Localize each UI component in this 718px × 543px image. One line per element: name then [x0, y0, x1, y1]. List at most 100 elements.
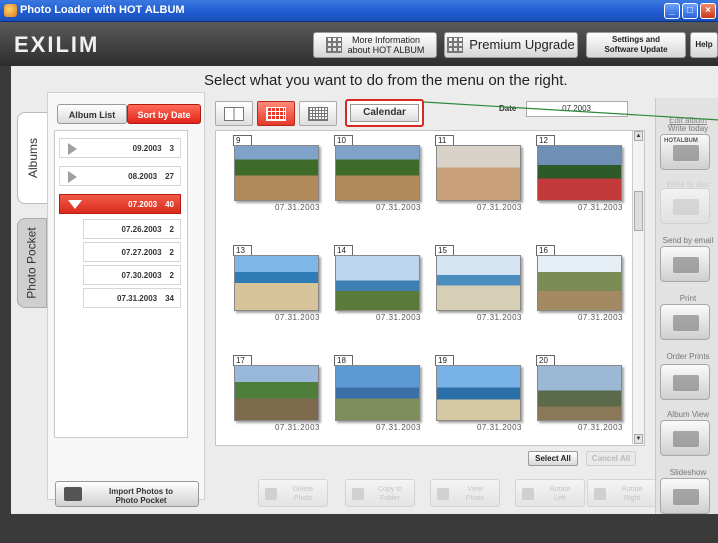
photo-date: 07.31.2003	[274, 203, 320, 212]
close-button[interactable]: ×	[700, 3, 716, 19]
tree-item-count: 2	[169, 247, 174, 257]
print-label: Print	[679, 294, 697, 303]
settings-button[interactable]: Settings and Software Update	[586, 32, 686, 58]
tree-item-label: 07.31.2003	[117, 293, 158, 303]
grid-icon	[447, 37, 464, 53]
book-icon	[673, 431, 699, 447]
collapse-arrow-icon	[68, 200, 82, 209]
album-list-button[interactable]: Album List	[57, 104, 127, 124]
view-photo-button[interactable]: View Photo	[430, 479, 500, 507]
grid-scrollbar[interactable]: ▲ ▼	[632, 131, 644, 444]
printer-icon	[673, 315, 699, 331]
photo-image[interactable]	[234, 365, 319, 421]
slideshow-button[interactable]	[660, 478, 710, 514]
photo-thumbnail[interactable]: 14 07.31.2003	[334, 245, 421, 327]
tree-subitem[interactable]: 07.26.2003 2	[83, 219, 181, 239]
slideshow-label: Slideshow	[669, 468, 707, 477]
order-prints-button[interactable]	[660, 364, 710, 400]
copy-folder-label: Copy to Folder	[377, 486, 403, 502]
copy-to-folder-button[interactable]: Copy to Folder	[345, 479, 415, 507]
date-label: Date	[499, 104, 517, 113]
print-button[interactable]	[660, 304, 710, 340]
photo-date: 07.31.2003	[577, 203, 623, 212]
photo-image[interactable]	[436, 145, 521, 201]
tab-albums[interactable]: Albums	[17, 112, 47, 204]
tree-item-label: 07.2003	[128, 199, 158, 209]
minimize-button[interactable]: _	[664, 3, 680, 19]
send-email-button[interactable]	[660, 246, 710, 282]
photo-thumbnail[interactable]: 13 07.31.2003	[233, 245, 320, 327]
thumbnail-grid: 9 07.31.2003 10 07.31.2003 11 07.31.2003 12 07.…	[215, 130, 645, 446]
exilim-logo: EXILIM	[14, 32, 100, 57]
photo-image[interactable]	[234, 145, 319, 201]
send-email-label: Send by email	[662, 236, 714, 245]
rotate-right-button[interactable]: Rotate Right	[587, 479, 657, 507]
photo-thumbnail[interactable]: 17 07.31.2003	[233, 355, 320, 437]
tree-item[interactable]: 08.2003 27	[59, 166, 181, 186]
photo-date: 07.31.2003	[375, 313, 421, 322]
scroll-thumb[interactable]	[634, 191, 643, 231]
maximize-button[interactable]: □	[682, 3, 698, 19]
rotate-left-icon	[522, 488, 534, 500]
photo-thumbnail[interactable]: 10 07.31.2003	[334, 135, 421, 217]
photo-image[interactable]	[335, 145, 420, 201]
calendar-button[interactable]: Calendar	[350, 104, 419, 122]
photo-thumbnail[interactable]: 16 07.31.2003	[536, 245, 623, 327]
tree-item-selected[interactable]: 07.2003 40	[59, 194, 181, 214]
scroll-up-icon[interactable]: ▲	[634, 131, 643, 141]
import-photos-button[interactable]: Import Photos to Photo Pocket	[55, 481, 199, 507]
trash-icon	[265, 488, 277, 500]
photo-image[interactable]	[335, 255, 420, 311]
tree-item-count: 34	[165, 293, 174, 303]
photo-thumbnail[interactable]: 15 07.31.2003	[435, 245, 522, 327]
scroll-down-icon[interactable]: ▼	[634, 434, 643, 444]
photo-thumbnail[interactable]: 20 07.31.2003	[536, 355, 623, 437]
select-all-button[interactable]: Select All	[528, 451, 578, 466]
premium-upgrade-button[interactable]: Premium Upgrade	[444, 32, 578, 58]
view-single-button[interactable]	[215, 101, 253, 126]
photo-thumbnail[interactable]: 19 07.31.2003	[435, 355, 522, 437]
sort-by-date-button[interactable]: Sort by Date	[127, 104, 201, 124]
cart-icon	[673, 375, 699, 391]
photo-image[interactable]	[537, 145, 622, 201]
rotate-right-label: Rotate Right	[621, 486, 643, 502]
delete-photo-button[interactable]: Delete Photo	[258, 479, 328, 507]
tree-subitem[interactable]: 07.27.2003 2	[83, 242, 181, 262]
photo-thumbnail[interactable]: 12 07.31.2003	[536, 135, 623, 217]
tab-photo-pocket[interactable]: Photo Pocket	[17, 218, 47, 308]
photo-image[interactable]	[537, 255, 622, 311]
photo-thumbnail[interactable]: 18 07.31.2003	[334, 355, 421, 437]
tree-subitem[interactable]: 07.31.2003 34	[83, 288, 181, 308]
cancel-all-button[interactable]: Cancel All	[586, 451, 636, 466]
envelope-icon	[673, 257, 699, 273]
photo-image[interactable]	[436, 365, 521, 421]
tab-albums-label: Albums	[25, 137, 40, 179]
tree-subitem[interactable]: 07.30.2003 2	[83, 265, 181, 285]
magnifier-icon	[437, 488, 449, 500]
album-view-button[interactable]	[660, 420, 710, 456]
rotate-left-button[interactable]: Rotate Left	[515, 479, 585, 507]
title-bar: Photo Loader with HOT ALBUM _ □ ×	[0, 0, 718, 22]
photo-image[interactable]	[335, 365, 420, 421]
hotalbum-button[interactable]: HOTALBUM	[660, 134, 710, 170]
photo-thumbnail[interactable]: 9 07.31.2003	[233, 135, 320, 217]
album-view-label: Album View	[666, 410, 710, 419]
view-grid-button[interactable]	[257, 101, 295, 126]
view-dense-grid-button[interactable]	[299, 101, 337, 126]
date-field[interactable]: 07.2003	[526, 101, 628, 117]
tree-item-count: 2	[169, 224, 174, 234]
rotate-right-icon	[594, 488, 606, 500]
write-today-label: Write today	[667, 124, 709, 133]
tree-item-label: 09.2003	[132, 143, 162, 153]
instruction-text: Select what you want to do from the menu…	[204, 72, 568, 89]
photo-image[interactable]	[537, 365, 622, 421]
more-info-button[interactable]: More Information about HOT ALBUM	[313, 32, 437, 58]
camera-icon	[64, 487, 82, 501]
monitor-icon	[673, 489, 699, 505]
photo-image[interactable]	[234, 255, 319, 311]
photo-image[interactable]	[436, 255, 521, 311]
help-button[interactable]: Help	[690, 32, 718, 58]
photo-thumbnail[interactable]: 11 07.31.2003	[435, 135, 522, 217]
write-disc-button[interactable]	[660, 188, 710, 224]
tree-item[interactable]: 09.2003 3	[59, 138, 181, 158]
